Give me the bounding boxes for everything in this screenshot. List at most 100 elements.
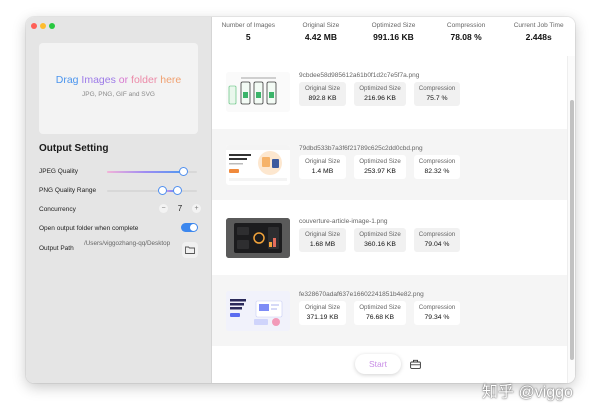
output-path-value: /Users/viggozhang-qq/Desktop xyxy=(84,240,171,247)
file-name: 79dbd533b7a3f6f21789c625c2dd0cbd.png xyxy=(299,145,423,152)
file-row[interactable]: fe328670adaf637e16602241851b4e82.png Ori… xyxy=(212,275,567,346)
mini-label: Compression xyxy=(418,85,456,92)
original-size-box: Original Size 1.68 MB xyxy=(299,228,346,252)
dropzone-word: Images xyxy=(81,74,116,86)
stat-value: 2.448s xyxy=(525,32,552,42)
file-name: couverture-article-image-1.png xyxy=(299,218,388,225)
png-quality-label: PNG Quality Range xyxy=(39,187,97,194)
stat-original-size: Original Size 4.42 MB xyxy=(285,17,358,47)
compression-box: Compression 75.7 % xyxy=(414,82,460,106)
file-row[interactable]: 79dbd533b7a3f6f21789c625c2dd0cbd.png Ori… xyxy=(212,129,567,200)
mini-label: Original Size xyxy=(304,158,341,165)
output-setting-title: Output Setting xyxy=(39,143,109,154)
toolbox-icon xyxy=(409,359,421,369)
file-thumbnail xyxy=(226,291,290,331)
mini-label: Optimized Size xyxy=(359,231,401,238)
png-quality-high-knob[interactable] xyxy=(172,186,182,195)
original-size-box: Original Size 892.8 KB xyxy=(299,82,346,106)
output-path-label: Output Path xyxy=(39,245,74,252)
mini-label: Optimized Size xyxy=(359,158,401,165)
mini-value: 1.68 MB xyxy=(309,241,336,248)
concurrency-increment-button[interactable]: + xyxy=(192,204,201,213)
png-quality-low-knob[interactable] xyxy=(158,186,168,195)
jpeg-quality-knob[interactable] xyxy=(179,167,188,176)
sidebar: Drag Images or folder here JPG, PNG, GIF… xyxy=(26,17,212,383)
toggle-knob xyxy=(190,224,197,231)
folder-icon xyxy=(185,246,195,254)
concurrency-stepper: − 7 + xyxy=(159,204,201,213)
mini-value: 892.8 KB xyxy=(308,95,337,102)
file-list-scrollbar[interactable] xyxy=(567,56,575,383)
file-thumbnail xyxy=(226,218,290,258)
stat-value: 4.42 MB xyxy=(304,32,337,42)
mini-label: Optimized Size xyxy=(359,304,401,311)
jpeg-quality-label: JPEG Quality xyxy=(39,168,79,175)
stat-label: Number of Images xyxy=(221,22,276,29)
original-size-box: Original Size 1.4 MB xyxy=(299,155,346,179)
image-dropzone[interactable]: Drag Images or folder here JPG, PNG, GIF… xyxy=(39,43,198,134)
file-row[interactable]: 9cbdee58d985612a61b0f1d2c7e5f7a.png Orig… xyxy=(212,56,567,127)
stats-bar: Number of Images 5 Original Size 4.42 MB… xyxy=(212,17,575,47)
stat-number-of-images: Number of Images 5 xyxy=(212,17,285,47)
stat-optimized-size: Optimized Size 991.16 KB xyxy=(357,17,430,47)
mini-value: 76.68 KB xyxy=(366,314,394,321)
optimized-size-box: Optimized Size 216.96 KB xyxy=(354,82,406,106)
start-button[interactable]: Start xyxy=(355,354,401,374)
original-size-box: Original Size 371.19 KB xyxy=(299,301,346,325)
thumbnail-image xyxy=(226,218,290,258)
stat-current-job-time: Current Job Time 2.448s xyxy=(502,17,575,47)
compression-box: Compression 82.32 % xyxy=(414,155,460,179)
stat-label: Optimized Size xyxy=(371,22,416,29)
mini-value: 371.19 KB xyxy=(306,314,339,321)
stat-label: Compression xyxy=(446,22,486,29)
mini-value: 360.16 KB xyxy=(364,241,396,248)
zoom-window-button[interactable] xyxy=(49,23,55,29)
mini-value: 216.96 KB xyxy=(364,95,396,102)
file-name: fe328670adaf637e16602241851b4e82.png xyxy=(299,291,424,298)
optimized-size-box: Optimized Size 360.16 KB xyxy=(354,228,406,252)
file-thumbnail xyxy=(226,145,290,185)
file-row[interactable]: couverture-article-image-1.png Original … xyxy=(212,202,567,273)
optimized-size-box: Optimized Size 253.97 KB xyxy=(354,155,406,179)
window-controls xyxy=(31,23,55,29)
concurrency-decrement-button[interactable]: − xyxy=(159,204,168,213)
dropzone-word: here xyxy=(160,74,182,86)
app-window: Drag Images or folder here JPG, PNG, GIF… xyxy=(26,17,575,383)
stat-label: Original Size xyxy=(302,22,340,29)
open-folder-toggle[interactable] xyxy=(181,223,198,232)
jpeg-quality-fill xyxy=(107,171,184,173)
mini-value: 79.04 % xyxy=(424,241,450,248)
thumbnail-image xyxy=(226,72,290,112)
mini-value: 79.34 % xyxy=(424,314,450,321)
optimized-size-box: Optimized Size 76.68 KB xyxy=(354,301,406,325)
dropzone-word: folder xyxy=(131,74,158,86)
mini-label: Optimized Size xyxy=(359,85,401,92)
stat-value: 991.16 KB xyxy=(373,32,414,42)
mini-value: 75.7 % xyxy=(426,95,448,102)
mini-label: Compression xyxy=(418,158,456,165)
thumbnail-image xyxy=(226,291,290,331)
stat-compression: Compression 78.08 % xyxy=(430,17,503,47)
file-thumbnail xyxy=(226,72,290,112)
mini-value: 253.97 KB xyxy=(364,168,396,175)
compression-box: Compression 79.04 % xyxy=(414,228,460,252)
scrollbar-thumb[interactable] xyxy=(570,100,574,360)
mini-label: Original Size xyxy=(304,231,341,238)
png-quality-range-slider[interactable] xyxy=(107,186,197,195)
jpeg-quality-slider[interactable] xyxy=(107,167,197,176)
mini-label: Original Size xyxy=(304,85,341,92)
open-folder-label: Open output folder when complete xyxy=(39,225,139,232)
concurrency-value: 7 xyxy=(177,204,183,213)
close-window-button[interactable] xyxy=(31,23,37,29)
mini-label: Original Size xyxy=(304,304,341,311)
stat-value: 5 xyxy=(245,32,251,42)
toolbox-button[interactable] xyxy=(408,357,422,371)
thumbnail-image xyxy=(226,145,290,185)
choose-folder-button[interactable] xyxy=(182,242,198,258)
mini-label: Compression xyxy=(418,231,456,238)
watermark: 知乎 @viggo xyxy=(482,384,573,401)
minimize-window-button[interactable] xyxy=(40,23,46,29)
stat-label: Current Job Time xyxy=(513,22,564,29)
file-name: 9cbdee58d985612a61b0f1d2c7e5f7a.png xyxy=(299,72,420,79)
mini-value: 82.32 % xyxy=(424,168,450,175)
